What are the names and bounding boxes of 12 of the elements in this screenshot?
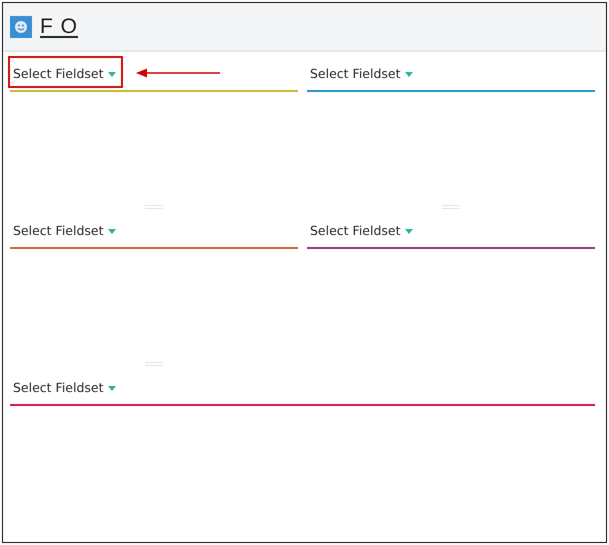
caret-icon <box>404 72 412 76</box>
fieldset-dropdown[interactable]: Select Fieldset <box>13 220 116 240</box>
fieldset-dropdown[interactable]: Select Fieldset <box>310 64 412 84</box>
caret-icon <box>108 228 116 234</box>
fieldset-dropdown[interactable]: Select Fieldset <box>310 220 412 240</box>
app-title[interactable]: F O <box>40 14 78 38</box>
fieldset-dropdown[interactable]: Select Fieldset <box>13 378 116 398</box>
smiley-icon <box>10 16 32 38</box>
fieldset-dropdown[interactable]: Select Fieldset <box>13 64 116 84</box>
caret-icon <box>108 72 116 76</box>
caret-icon <box>404 228 412 234</box>
caret-icon <box>108 386 116 390</box>
